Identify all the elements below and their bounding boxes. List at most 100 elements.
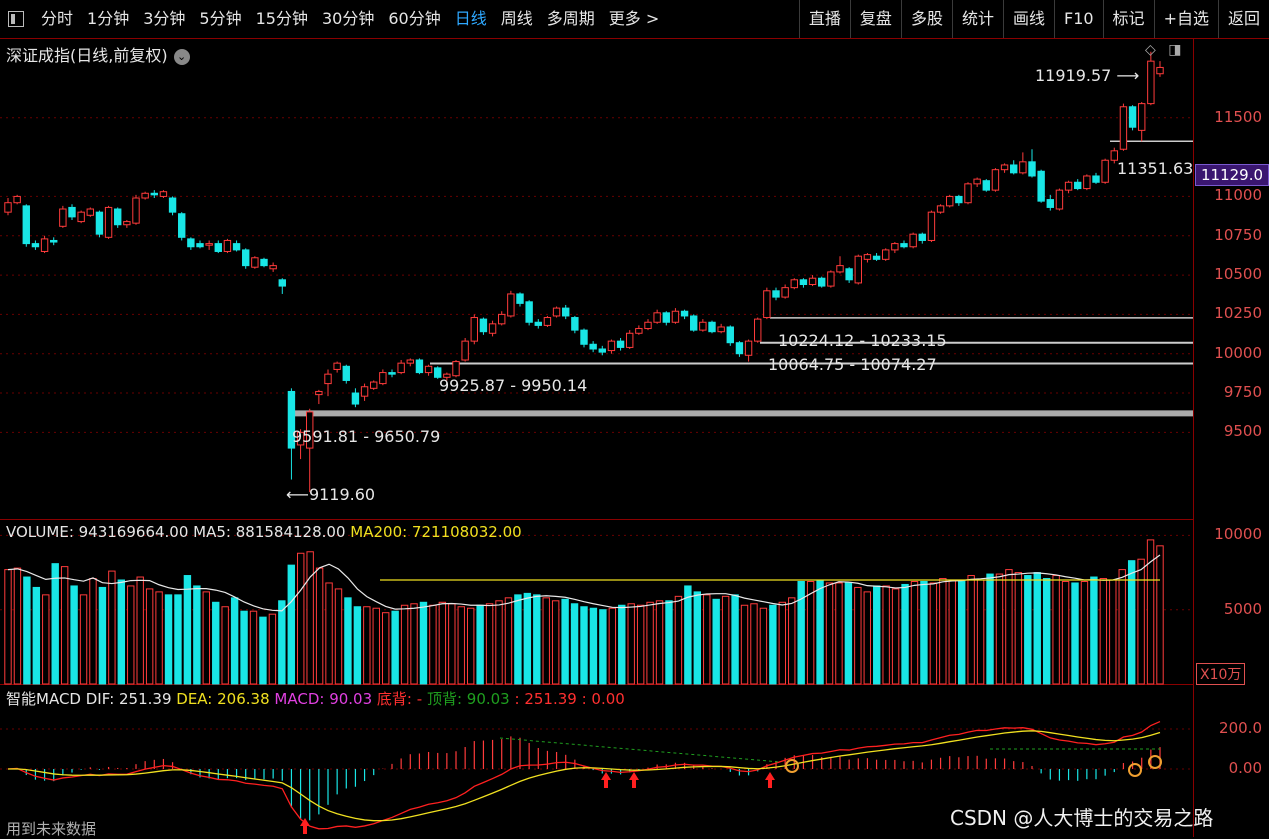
volume-bar [325,582,333,685]
volume-bar [636,604,645,685]
volume-bar [164,594,173,685]
diamond-icon[interactable]: ◇ [1145,42,1156,58]
volume-bar [618,604,626,685]
candle-body [543,317,552,326]
volume-bar [589,607,598,685]
candle-body [964,183,972,204]
volume-bar [599,609,607,685]
volume-bar [410,603,418,685]
arrow-left-icon: ⟵ [286,485,309,504]
volume-value: VOLUME: 943169664.00 [6,523,189,541]
volume-bar [665,600,673,685]
volume-bar [259,616,267,685]
volume-bar [495,600,503,685]
volume-bar [70,585,78,685]
panel-toggle-icon[interactable]: ◨ [1168,42,1181,58]
candle-body [909,233,917,248]
candle-body [918,233,926,241]
candle-body [251,257,259,268]
candle-body [525,301,533,323]
candle-body [653,312,661,323]
volume-bar [1033,572,1041,685]
candle-body [781,287,789,298]
candle-body [1000,164,1009,171]
macd-extra: : 251.39 : 0.00 [514,690,625,708]
candle-body [1010,164,1018,174]
candle-body [1083,175,1091,190]
volume-bar [844,582,853,685]
volume-bar [363,606,371,685]
candle-body [141,192,149,199]
gap-d-label: 10224.12 - 10233.15 [778,331,947,350]
candle-body [178,213,186,238]
volume-bar [703,594,711,685]
chart-title[interactable]: 深证成指(日线,前复权) ⌄ [6,42,190,66]
candle-body [1064,181,1073,191]
candle-body [498,313,506,325]
volume-bar [835,582,843,685]
candle-body [205,243,213,246]
candle-body [1055,189,1064,210]
price-axis-label: 9750 [1223,383,1262,402]
candle-body [991,169,1000,191]
volume-bar [51,563,59,685]
candle-body [31,243,40,248]
candle-body [808,277,817,286]
volume-bar [382,612,390,685]
candle-body [626,332,634,348]
volume-bar [429,604,437,685]
volume-bar [268,613,277,685]
volume-bar [712,598,720,685]
volume-bar [249,610,258,685]
function-button-8[interactable]: 返回 [1217,0,1269,38]
chart-canvas[interactable] [0,0,1193,837]
candle-body [214,243,222,252]
volume-bar [1137,558,1145,685]
volume-bar [693,591,702,685]
support-label: 11351.63 [1117,159,1194,178]
divergence-line [499,737,781,763]
volume-bar [1118,569,1126,685]
candle-body [699,321,707,331]
volume-bar [183,575,192,685]
candle-body [1128,106,1137,128]
volume-bar [806,580,815,685]
candle-body [708,321,716,333]
candle-body [1037,170,1045,202]
volume-bar [438,601,447,685]
candle-body [1156,66,1164,75]
watermark: CSDN @人大博士的交易之路 [950,806,1214,830]
volume-axis-label: 10000 [1214,525,1262,544]
price-axis-label: 11000 [1214,186,1262,205]
volume-bar [561,598,569,685]
low-annotation: ⟵9119.60 [286,485,375,504]
chevron-down-icon[interactable]: ⌄ [173,48,190,65]
macd-axis-label: 200.0 [1219,719,1262,737]
candle-body [662,312,670,323]
volume-axis-label: 5000 [1223,599,1262,618]
volume-bar [873,585,881,685]
candle-body [397,362,405,374]
volume-bar [42,594,50,685]
price-axis-label: 9500 [1223,422,1262,441]
volume-bar [939,578,947,685]
candle-body [799,279,808,286]
candle-body [845,268,853,281]
volume-bar [457,606,465,685]
price-axis-label: 10250 [1214,304,1262,323]
volume-bar [60,566,69,685]
candle-body [1101,159,1109,183]
volume-bar [1156,545,1164,685]
candle-body [580,329,588,345]
candle-body [818,277,826,287]
macd-indicator-name[interactable]: 智能MACD [6,690,81,708]
candle-body [936,205,945,213]
volume-bar [995,573,1004,685]
volume-bar [967,575,975,685]
candle-body [863,254,872,260]
dif-value: DIF: 251.39 [85,690,172,708]
candle-body [342,365,350,381]
volume-bar [627,603,635,685]
candle-body [616,340,625,348]
candle-body [333,362,341,370]
